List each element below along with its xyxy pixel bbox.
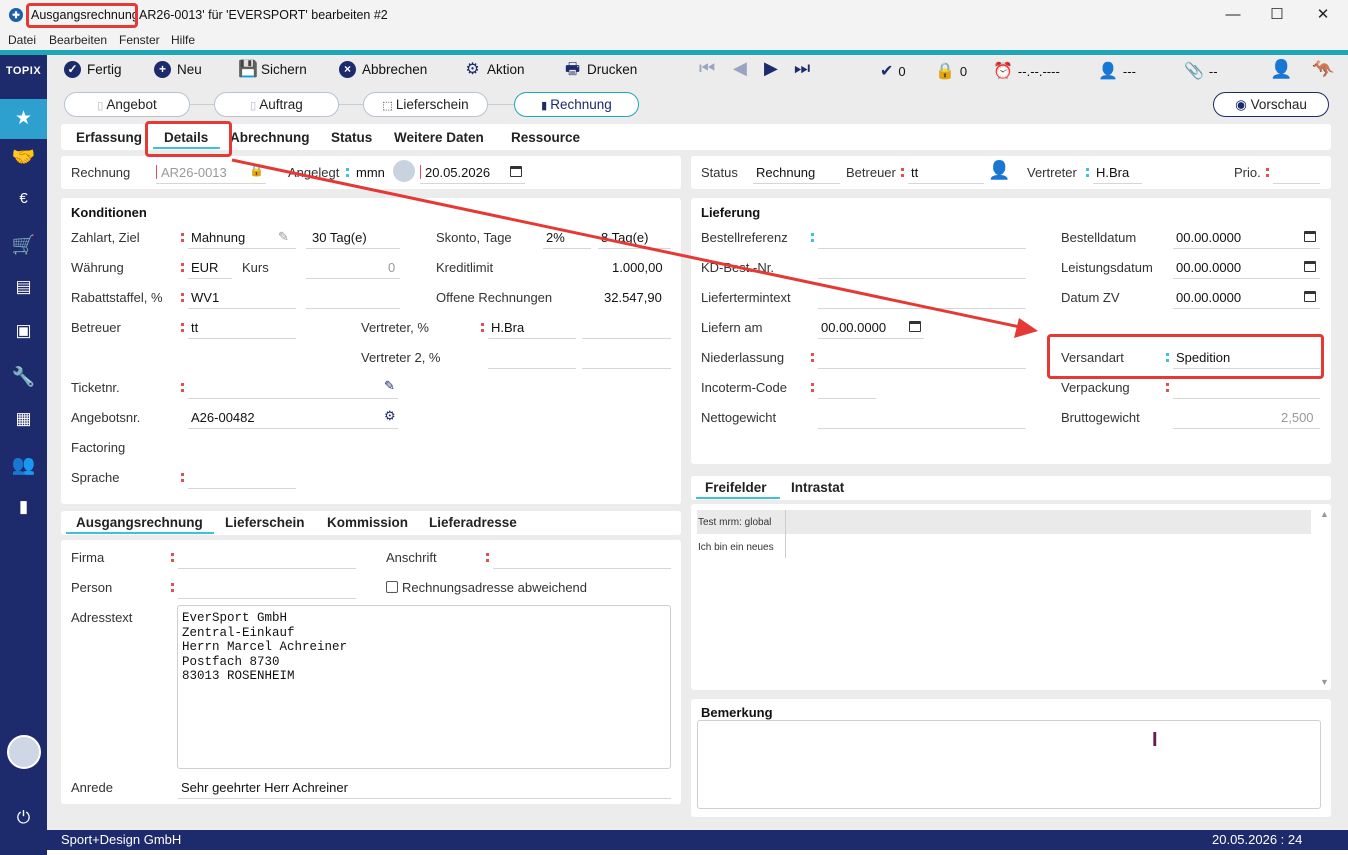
annotation-arrow (231, 158, 1038, 338)
